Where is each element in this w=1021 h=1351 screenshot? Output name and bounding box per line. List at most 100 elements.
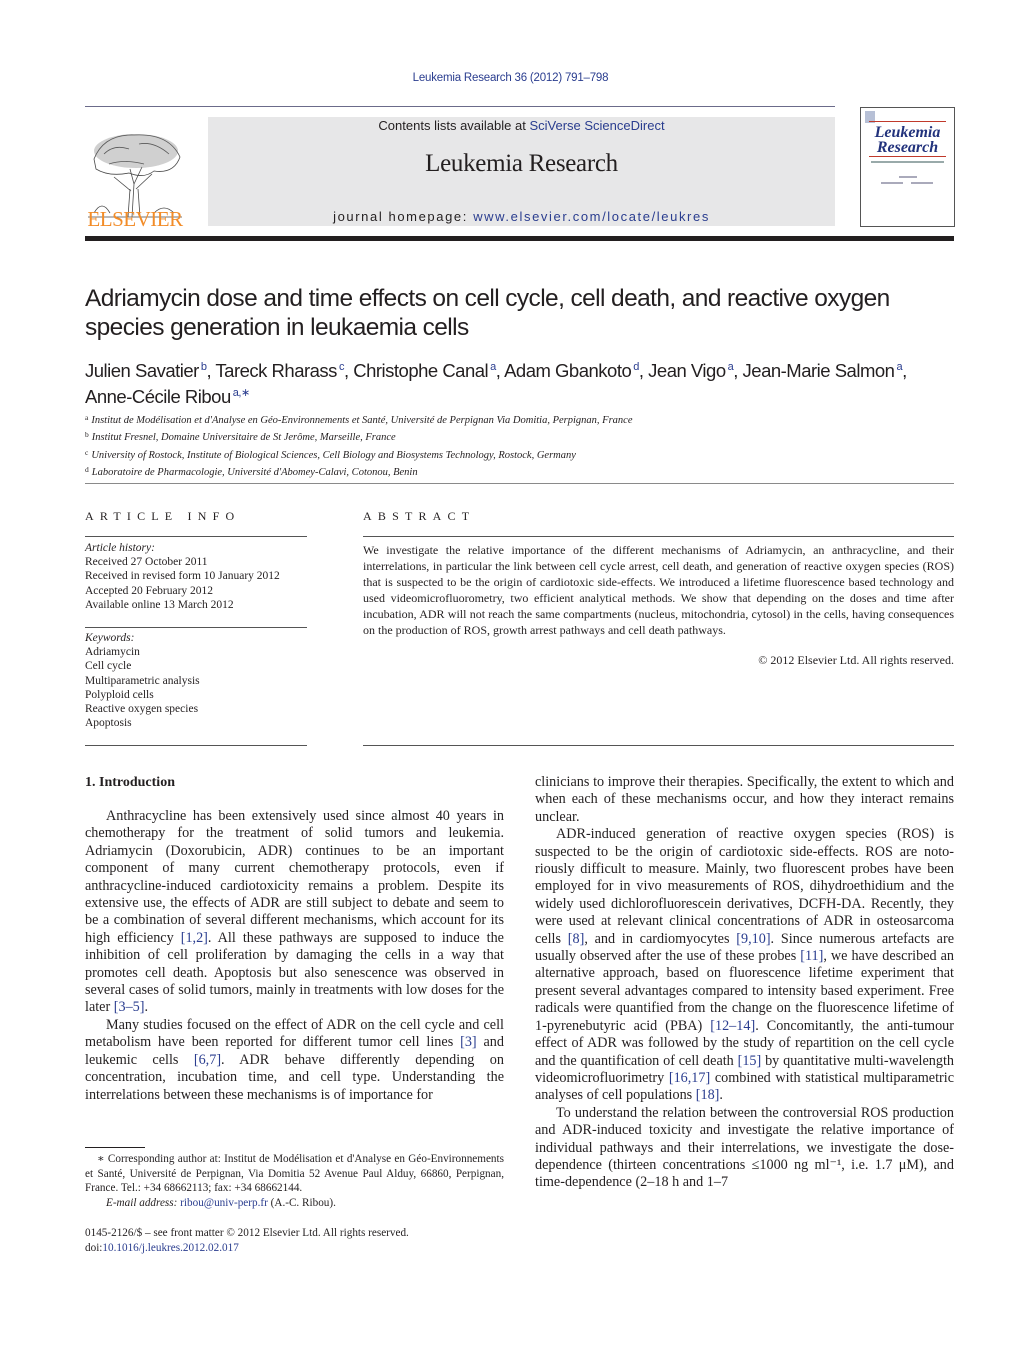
author-name[interactable]: Jean Vigo (648, 360, 726, 381)
cover-rule (869, 121, 946, 122)
abstract-text: We investigate the relative importance o… (363, 543, 954, 637)
body-text: Many studies focused on the effect of AD… (85, 1016, 504, 1051)
citation-link[interactable]: [1,2] (181, 930, 208, 946)
affiliation-key: a (85, 413, 89, 422)
body-text: clinicians to improve their therapies. S… (535, 774, 954, 825)
author-separator: , (343, 360, 354, 381)
email-suffix: (A.-C. Ribou). (267, 1196, 336, 1209)
title-divider (85, 483, 954, 484)
citation-link[interactable]: [3] (460, 1034, 477, 1050)
body-column-right: clinicians to improve their therapies. S… (535, 774, 954, 1192)
elsevier-wordmark: ELSEVIER (87, 207, 183, 231)
history-item: Accepted 20 February 2012 (85, 584, 214, 597)
top-divider (85, 106, 835, 107)
front-matter-text: 0145-2126/$ – see front matter © 2012 El… (85, 1227, 409, 1239)
footnote-rule (85, 1147, 145, 1148)
cover-title-line1: Leukemia (874, 124, 941, 141)
doi-line: doi:10.1016/j.leukres.2012.02.017 (85, 1241, 504, 1256)
journal-name: Leukemia Research (425, 150, 618, 177)
keyword-item: Adriamycin (85, 646, 140, 659)
corresponding-author-footnote: ∗ Corresponding author at: Institut de M… (85, 1152, 504, 1210)
author-name[interactable]: Tareck Rharass (215, 360, 337, 381)
corresponding-author-text: ∗ Corresponding author at: Institut de M… (85, 1153, 504, 1195)
affiliation-key: c (85, 447, 89, 457)
body-text: . (719, 1087, 723, 1104)
journal-cover-thumbnail[interactable]: Leukemia Research (860, 107, 955, 227)
affiliation-marker[interactable]: a,∗ (233, 387, 250, 399)
cover-text (899, 176, 917, 178)
author-name[interactable]: Christophe Canal (353, 360, 488, 381)
divider (85, 627, 307, 628)
citation-link[interactable]: [16,17] (669, 1070, 710, 1086)
cover-title-line2: Research (876, 139, 939, 156)
author-separator: , (495, 360, 505, 381)
affiliation-key: d (85, 465, 89, 475)
running-head[interactable]: Leukemia Research 36 (2012) 791–798 (0, 72, 1021, 84)
article-history: Article history: Received 27 October 201… (85, 541, 307, 612)
divider (363, 745, 954, 746)
body-text: To understand the relation between the c… (535, 1104, 954, 1191)
author-separator: , (902, 360, 907, 381)
citation-link[interactable]: [9,10] (736, 931, 770, 947)
email-line: E-mail address: ribou@univ-perp.fr (A.-C… (85, 1196, 504, 1211)
affiliation-item: d Laboratoire de Pharmacologie, Universit… (85, 463, 965, 480)
author-separator: , (733, 360, 743, 381)
affiliation-item: c University of Rostock, Institute of Bio… (85, 446, 965, 463)
homepage-prefix: journal homepage: (333, 209, 474, 224)
affiliation-item: a Institut de Modélisation et d'Analyse e… (85, 411, 965, 428)
affiliation-key: b (85, 430, 89, 440)
sciencedirect-link[interactable]: SciVerse ScienceDirect (529, 118, 664, 133)
history-item: Received in revised form 10 January 2012 (85, 570, 280, 583)
contents-prefix: Contents lists available at (378, 118, 530, 133)
history-item: Available online 13 March 2012 (85, 598, 234, 611)
abstract-heading: ABSTRACT (363, 509, 476, 523)
keywords: Keywords: Adriamycin Cell cycle Multiparam… (85, 631, 307, 730)
affiliation-text: Institut Fresnel, Domaine Universitaire … (91, 432, 396, 444)
author-separator: , (638, 360, 649, 381)
article-title: Adriamycin dose and time effects on cell… (85, 285, 890, 341)
body-paragraph: ADR-induced generation of reactive oxyge… (535, 826, 954, 1105)
body-paragraph: Many studies focused on the effect of AD… (85, 1017, 504, 1104)
affiliation-text: Institut de Modélisation et d'Analyse en… (91, 415, 633, 426)
abstract-copyright: © 2012 Elsevier Ltd. All rights reserved… (758, 653, 954, 667)
body-text: Anthracycline has been extensively used … (85, 808, 504, 946)
affiliations: a Institut de Modélisation et d'Analyse e… (85, 411, 965, 481)
email-label: E-mail address: (106, 1196, 181, 1209)
citation-link[interactable]: [11] (800, 948, 823, 964)
citation-link[interactable]: [12–14] (710, 1018, 755, 1034)
history-item: Received 27 October 2011 (85, 556, 208, 569)
history-list: Received 27 October 2011 Received in revi… (85, 555, 307, 612)
keyword-list: Adriamycin Cell cycle Multiparametric anal… (85, 645, 307, 730)
citation-link[interactable]: [15] (738, 1053, 762, 1069)
citation-link[interactable]: [8] (568, 931, 585, 947)
journal-homepage-link[interactable]: www.elsevier.com/locate/leukres (473, 209, 710, 224)
header-thick-rule (85, 236, 954, 241)
author-name[interactable]: Anne-Cécile Ribou (85, 386, 231, 407)
author-name[interactable]: Jean-Marie Salmon (743, 360, 895, 381)
journal-citation-link[interactable]: Leukemia Research 36 (2012) 791–798 (413, 72, 609, 84)
divider (85, 745, 307, 746)
cover-rule (869, 156, 946, 157)
body-paragraph: Anthracycline has been extensively used … (85, 808, 504, 1017)
citation-link[interactable]: [18] (696, 1087, 720, 1103)
keywords-label: Keywords: (85, 632, 135, 644)
citation-link[interactable]: [6,7] (194, 1052, 221, 1068)
doi-prefix: doi: (85, 1241, 103, 1254)
article-info-heading: ARTICLE INFO (85, 509, 241, 523)
doi-link[interactable]: 10.1016/j.leukres.2012.02.017 (102, 1242, 238, 1254)
affiliation-text: Laboratoire de Pharmacologie, Université… (91, 467, 418, 479)
body-column-left: Anthracycline has been extensively used … (85, 808, 504, 1104)
author-name[interactable]: Julien Savatier (85, 360, 199, 381)
affiliation-item: b Institut Fresnel, Domaine Universitaire… (85, 428, 965, 445)
email-link[interactable]: ribou@univ-perp.fr (180, 1197, 268, 1209)
body-paragraph: clinicians to improve their therapies. S… (535, 774, 954, 826)
citation-link[interactable]: [3–5] (114, 999, 145, 1015)
section-heading-introduction: 1. Introduction (85, 775, 175, 790)
cover-subtitle (871, 161, 944, 163)
author-name[interactable]: Adam Gbankoto (504, 360, 632, 381)
history-label: Article history: (85, 542, 155, 554)
body-text: ADR-induced generation of reactive oxyge… (535, 826, 954, 947)
body-paragraph: To understand the relation between the c… (535, 1105, 954, 1192)
keyword-item: Multiparametric analysis (85, 674, 200, 687)
keyword-item: Apoptosis (85, 717, 132, 730)
